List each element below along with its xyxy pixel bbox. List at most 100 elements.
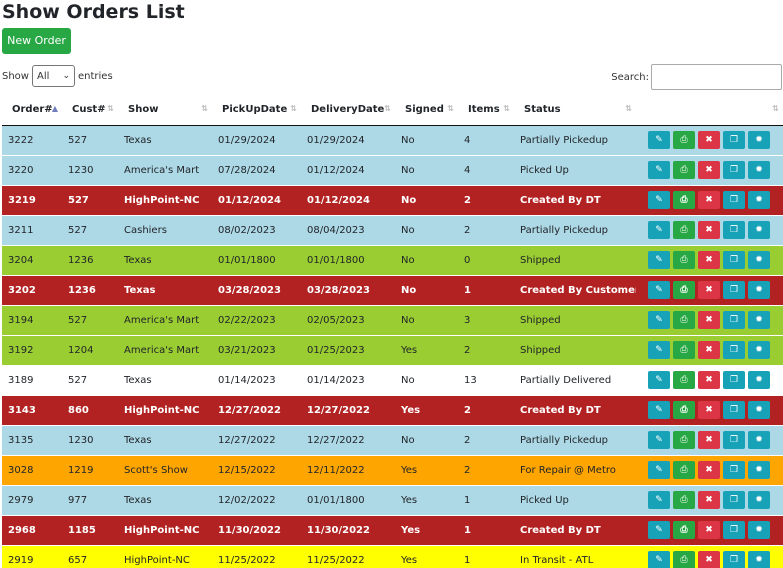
new-order-button[interactable]: New Order <box>2 28 71 54</box>
copy-button[interactable]: ❐ <box>723 251 745 269</box>
delete-button[interactable]: ✖ <box>698 431 720 449</box>
gear-button[interactable]: ✹ <box>748 521 770 539</box>
table-row[interactable]: 2979 977 Texas 12/02/2022 01/01/1800 Yes 1 Pick… <box>2 485 783 516</box>
delete-button[interactable]: ✖ <box>698 191 720 209</box>
edit-button[interactable]: ✎ <box>648 221 670 239</box>
delete-button[interactable]: ✖ <box>698 311 720 329</box>
column-header[interactable]: ⇅ <box>636 95 783 126</box>
entries-select[interactable]: All ⌄ <box>31 65 75 87</box>
delete-button[interactable]: ✖ <box>698 401 720 419</box>
delete-button[interactable]: ✖ <box>698 281 720 299</box>
edit-button[interactable]: ✎ <box>648 491 670 509</box>
copy-button[interactable]: ❐ <box>723 371 745 389</box>
gear-button[interactable]: ✹ <box>748 191 770 209</box>
gear-button[interactable]: ✹ <box>748 341 770 359</box>
print-button[interactable]: ⎙ <box>673 161 695 179</box>
edit-button[interactable]: ✎ <box>648 401 670 419</box>
table-row[interactable]: 3135 1230 Texas 12/27/2022 12/27/2022 No 2 Part… <box>2 425 783 456</box>
table-row[interactable]: 3211 527 Cashiers 08/02/2023 08/04/2023 No 2 Pa… <box>2 215 783 246</box>
edit-button[interactable]: ✎ <box>648 551 670 568</box>
delete-button[interactable]: ✖ <box>698 521 720 539</box>
gear-button[interactable]: ✹ <box>748 431 770 449</box>
copy-button[interactable]: ❐ <box>723 341 745 359</box>
print-button[interactable]: ⎙ <box>673 341 695 359</box>
edit-button[interactable]: ✎ <box>648 431 670 449</box>
gear-button[interactable]: ✹ <box>748 491 770 509</box>
gear-button[interactable]: ✹ <box>748 551 770 568</box>
copy-button[interactable]: ❐ <box>723 401 745 419</box>
print-button[interactable]: ⎙ <box>673 251 695 269</box>
table-row[interactable]: 3222 527 Texas 01/29/2024 01/29/2024 No 4 Parti… <box>2 125 783 156</box>
delete-button[interactable]: ✖ <box>698 161 720 179</box>
copy-button[interactable]: ❐ <box>723 161 745 179</box>
table-row[interactable]: 3028 1219 Scott's Show 12/15/2022 12/11/2022… <box>2 455 783 486</box>
column-header[interactable]: Items ⇅ <box>458 95 514 126</box>
delete-button[interactable]: ✖ <box>698 131 720 149</box>
gear-button[interactable]: ✹ <box>748 131 770 149</box>
column-header[interactable]: Status ⇅ <box>514 95 636 126</box>
edit-button[interactable]: ✎ <box>648 341 670 359</box>
edit-button[interactable]: ✎ <box>648 521 670 539</box>
copy-button[interactable]: ❐ <box>723 191 745 209</box>
column-header[interactable]: Order# ▲ <box>2 95 62 126</box>
edit-button[interactable]: ✎ <box>648 461 670 479</box>
table-row[interactable]: 2919 657 HighPoint-NC 11/25/2022 11/25/2022 Y… <box>2 545 783 568</box>
delete-button[interactable]: ✖ <box>698 371 720 389</box>
table-row[interactable]: 3194 527 America's Mart 02/22/2023 02/05/202… <box>2 305 783 336</box>
print-button[interactable]: ⎙ <box>673 461 695 479</box>
copy-button[interactable]: ❐ <box>723 491 745 509</box>
edit-button[interactable]: ✎ <box>648 161 670 179</box>
copy-button[interactable]: ❐ <box>723 551 745 568</box>
delete-button[interactable]: ✖ <box>698 461 720 479</box>
gear-button[interactable]: ✹ <box>748 221 770 239</box>
column-header[interactable]: Show ⇅ <box>118 95 212 126</box>
gear-button[interactable]: ✹ <box>748 251 770 269</box>
print-button[interactable]: ⎙ <box>673 311 695 329</box>
table-row[interactable]: 2968 1185 HighPoint-NC 11/30/2022 11/30/2022… <box>2 515 783 546</box>
column-header[interactable]: DeliveryDate ⇅ <box>301 95 395 126</box>
delete-button[interactable]: ✖ <box>698 251 720 269</box>
table-row[interactable]: 3219 527 HighPoint-NC 01/12/2024 01/12/2024 N… <box>2 185 783 216</box>
print-button[interactable]: ⎙ <box>673 191 695 209</box>
print-button[interactable]: ⎙ <box>673 521 695 539</box>
print-button[interactable]: ⎙ <box>673 281 695 299</box>
gear-button[interactable]: ✹ <box>748 281 770 299</box>
delete-button[interactable]: ✖ <box>698 221 720 239</box>
copy-button[interactable]: ❐ <box>723 431 745 449</box>
copy-button[interactable]: ❐ <box>723 461 745 479</box>
table-row[interactable]: 3143 860 HighPoint-NC 12/27/2022 12/27/2022 Y… <box>2 395 783 426</box>
table-row[interactable]: 3204 1236 Texas 01/01/1800 01/01/1800 No 0 Ship… <box>2 245 783 276</box>
copy-button[interactable]: ❐ <box>723 311 745 329</box>
search-input[interactable] <box>651 64 782 90</box>
edit-button[interactable]: ✎ <box>648 371 670 389</box>
table-row[interactable]: 3192 1204 America's Mart 03/21/2023 01/25/20… <box>2 335 783 366</box>
print-button[interactable]: ⎙ <box>673 401 695 419</box>
gear-button[interactable]: ✹ <box>748 401 770 419</box>
column-header[interactable]: PickUpDate ⇅ <box>212 95 301 126</box>
gear-button[interactable]: ✹ <box>748 161 770 179</box>
delete-button[interactable]: ✖ <box>698 491 720 509</box>
print-button[interactable]: ⎙ <box>673 131 695 149</box>
print-button[interactable]: ⎙ <box>673 491 695 509</box>
column-header[interactable]: Cust# ⇅ <box>62 95 118 126</box>
copy-button[interactable]: ❐ <box>723 131 745 149</box>
delete-button[interactable]: ✖ <box>698 341 720 359</box>
print-button[interactable]: ⎙ <box>673 371 695 389</box>
table-row[interactable]: 3202 1236 Texas 03/28/2023 03/28/2023 No 1 Crea… <box>2 275 783 306</box>
table-row[interactable]: 3189 527 Texas 01/14/2023 01/14/2023 No 13 Part… <box>2 365 783 396</box>
copy-button[interactable]: ❐ <box>723 521 745 539</box>
gear-button[interactable]: ✹ <box>748 371 770 389</box>
table-row[interactable]: 3220 1230 America's Mart 07/28/2024 01/12/20… <box>2 155 783 186</box>
print-button[interactable]: ⎙ <box>673 221 695 239</box>
print-button[interactable]: ⎙ <box>673 431 695 449</box>
gear-button[interactable]: ✹ <box>748 461 770 479</box>
edit-button[interactable]: ✎ <box>648 191 670 209</box>
print-button[interactable]: ⎙ <box>673 551 695 568</box>
copy-button[interactable]: ❐ <box>723 281 745 299</box>
edit-button[interactable]: ✎ <box>648 251 670 269</box>
copy-button[interactable]: ❐ <box>723 221 745 239</box>
edit-button[interactable]: ✎ <box>648 281 670 299</box>
delete-button[interactable]: ✖ <box>698 551 720 568</box>
edit-button[interactable]: ✎ <box>648 131 670 149</box>
edit-button[interactable]: ✎ <box>648 311 670 329</box>
